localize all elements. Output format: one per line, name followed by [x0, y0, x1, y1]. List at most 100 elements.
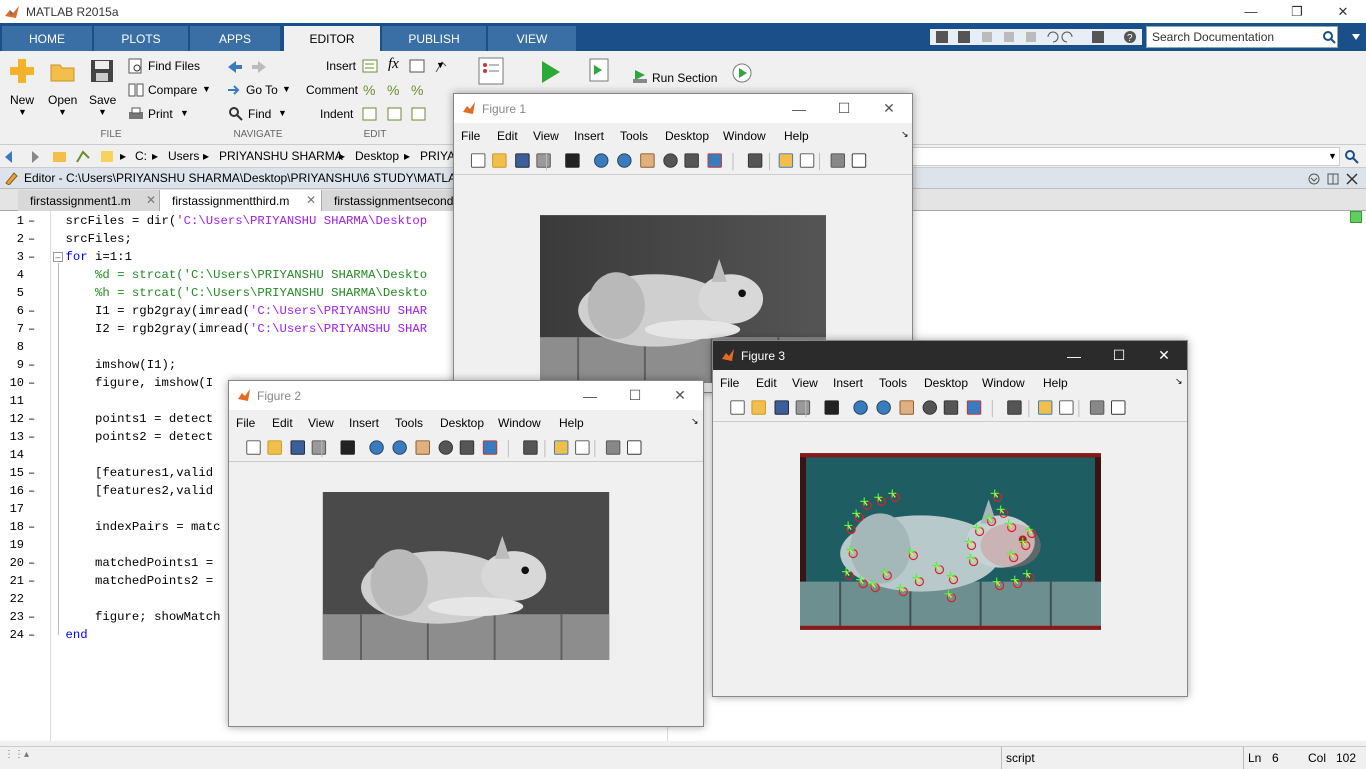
editor-tab-firstassignmentthird[interactable]: firstassignmentthird.m	[160, 190, 322, 211]
tab-view[interactable]: VIEW	[488, 26, 576, 51]
indent-tools-icon[interactable]	[362, 106, 432, 122]
code-line[interactable]: srcFiles;	[36, 232, 132, 246]
code-analyzer-status-icon[interactable]	[1350, 211, 1362, 223]
link-plot-icon[interactable]	[1007, 400, 1022, 415]
breakpoint-marker[interactable]: –	[28, 484, 35, 498]
editor-window-controls[interactable]	[1307, 172, 1363, 186]
dock-arrow-icon[interactable]: ↘	[1175, 376, 1183, 387]
close-tab-icon[interactable]: ✕	[146, 193, 156, 207]
brush-icon[interactable]	[482, 440, 498, 455]
figure-2-window[interactable]: Figure 2 — ☐ ✕ File Edit View Insert Too…	[228, 380, 704, 727]
code-line[interactable]: for i=1:1	[36, 250, 132, 264]
breakpoint-marker[interactable]: –	[28, 412, 35, 426]
menu-edit[interactable]: Edit	[272, 416, 293, 430]
breakpoint-marker[interactable]: –	[28, 574, 35, 588]
breakpoints-icon[interactable]	[478, 57, 504, 85]
comment-tools-icon[interactable]: %%%	[362, 82, 432, 98]
run-and-advance-icon[interactable]	[586, 57, 612, 85]
save-dropdown-arrow[interactable]: ▼	[98, 107, 107, 117]
insert-dropdown-arrow[interactable]: ▼	[436, 60, 445, 70]
run-section-button[interactable]: Run Section	[652, 71, 717, 85]
folder-dropdown-arrow[interactable]: ▼	[1328, 151, 1337, 161]
menu-help[interactable]: Help	[784, 129, 809, 143]
menu-window[interactable]: Window	[498, 416, 541, 430]
rotate-3d-icon[interactable]	[663, 153, 678, 168]
legend-icon[interactable]	[799, 153, 815, 168]
dock-arrow-icon[interactable]: ↘	[691, 416, 699, 427]
pan-icon[interactable]	[415, 440, 430, 455]
breadcrumb-desktop[interactable]: Desktop	[355, 149, 399, 163]
save-figure-icon[interactable]	[774, 400, 789, 415]
menu-file[interactable]: File	[236, 416, 255, 430]
tab-publish[interactable]: PUBLISH	[382, 26, 486, 51]
find-dropdown-arrow[interactable]: ▼	[278, 108, 287, 118]
close-tab-icon[interactable]: ✕	[306, 193, 316, 207]
search-documentation-input[interactable]: Search Documentation	[1146, 26, 1338, 48]
data-cursor-icon[interactable]	[943, 400, 959, 415]
menu-desktop[interactable]: Desktop	[665, 129, 709, 143]
open-file-icon[interactable]	[267, 440, 282, 455]
code-line[interactable]: indexPairs = matc	[36, 520, 220, 534]
link-plot-icon[interactable]	[747, 153, 763, 168]
fold-toggle-icon[interactable]: –	[53, 252, 63, 262]
browse-folder-search-icon[interactable]	[1344, 149, 1360, 165]
zoom-in-icon[interactable]	[369, 440, 384, 455]
colorbar-icon[interactable]	[553, 440, 569, 455]
select-pointer-icon[interactable]	[565, 153, 580, 168]
code-line[interactable]: [features2,valid	[36, 484, 213, 498]
open-button[interactable]: Open	[48, 93, 77, 107]
menu-desktop[interactable]: Desktop	[924, 376, 968, 390]
breakpoint-marker[interactable]: –	[28, 556, 35, 570]
hide-plot-tools-icon[interactable]	[605, 440, 621, 455]
breadcrumb-users[interactable]: Users	[168, 149, 199, 163]
new-figure-icon[interactable]	[470, 153, 486, 168]
code-line[interactable]: [features1,valid	[36, 466, 213, 480]
close-button[interactable]: ✕	[1141, 341, 1187, 370]
minimize-button[interactable]: —	[776, 94, 822, 123]
breakpoint-marker[interactable]: –	[28, 214, 35, 228]
minimize-button[interactable]: —	[1228, 0, 1274, 23]
tab-editor[interactable]: EDITOR	[284, 26, 380, 51]
breakpoint-marker[interactable]: –	[28, 628, 35, 642]
breakpoint-marker[interactable]: –	[28, 466, 35, 480]
select-pointer-icon[interactable]	[340, 440, 355, 455]
menu-edit[interactable]: Edit	[756, 376, 777, 390]
menu-tools[interactable]: Tools	[879, 376, 907, 390]
tab-home[interactable]: HOME	[2, 26, 92, 51]
close-button[interactable]: ✕	[1320, 0, 1366, 23]
breadcrumb-c[interactable]: C:	[135, 149, 147, 163]
code-line[interactable]: end	[36, 628, 88, 642]
hide-plot-tools-icon[interactable]	[830, 153, 846, 168]
find-button[interactable]: Find	[248, 107, 271, 121]
breadcrumb-priyanshu[interactable]: PRIYA	[420, 149, 455, 163]
new-figure-icon[interactable]	[246, 440, 261, 455]
breakpoint-marker[interactable]: –	[28, 232, 35, 246]
menu-help[interactable]: Help	[1043, 376, 1068, 390]
zoom-out-icon[interactable]	[876, 400, 891, 415]
legend-icon[interactable]	[575, 440, 590, 455]
restore-button[interactable]: ❐	[1274, 0, 1320, 23]
rotate-3d-icon[interactable]	[438, 440, 454, 455]
zoom-in-icon[interactable]	[594, 153, 609, 168]
menu-insert[interactable]: Insert	[574, 129, 604, 143]
dock-arrow-icon[interactable]: ↘	[901, 129, 909, 140]
colorbar-icon[interactable]	[1037, 400, 1053, 415]
menu-window[interactable]: Window	[723, 129, 766, 143]
new-button[interactable]: New	[10, 93, 34, 107]
open-file-icon[interactable]	[751, 400, 766, 415]
legend-icon[interactable]	[1059, 400, 1074, 415]
minimize-button[interactable]: —	[567, 381, 613, 410]
menu-view[interactable]: View	[792, 376, 818, 390]
breakpoint-marker[interactable]: –	[28, 322, 35, 336]
pan-icon[interactable]	[899, 400, 914, 415]
figure-toolbar[interactable]	[229, 436, 703, 462]
code-line[interactable]: points1 = detect	[36, 412, 213, 426]
breakpoint-marker[interactable]: –	[28, 430, 35, 444]
menu-insert[interactable]: Insert	[833, 376, 863, 390]
show-plot-tools-icon[interactable]	[627, 440, 642, 455]
link-plot-icon[interactable]	[523, 440, 538, 455]
show-plot-tools-icon[interactable]	[851, 153, 867, 168]
tab-apps[interactable]: APPS	[190, 26, 280, 51]
pan-icon[interactable]	[640, 153, 655, 168]
open-dropdown-arrow[interactable]: ▼	[58, 107, 67, 117]
